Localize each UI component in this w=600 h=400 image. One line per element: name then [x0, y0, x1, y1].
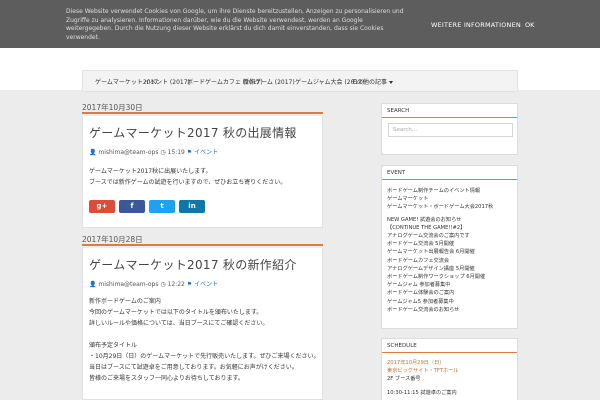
- user-icon: 👤: [89, 149, 97, 156]
- post-meta: 👤 mishima@team-ops ◷ 15:19 ⚑ イベント: [89, 147, 218, 156]
- post-title[interactable]: ゲームマーケット2017 秋の出展情報: [89, 124, 297, 141]
- post-time[interactable]: 15:19: [168, 149, 185, 156]
- post-label[interactable]: イベント: [194, 281, 218, 288]
- schedule-widget: SCHEDULE 2017年10月29日（日） 東京ビッグサイト・TFTホール …: [381, 338, 518, 400]
- post-body-line: 頒布予定タイトル: [89, 342, 138, 349]
- event-line: ボードゲーム交流会のお知らせ: [387, 306, 460, 313]
- cookie-consent-bar: Diese Website verwendet Cookies von Goog…: [0, 0, 600, 48]
- cookie-notice-text: Diese Website verwendet Cookies von Goog…: [66, 8, 404, 41]
- post-title[interactable]: ゲームマーケット2017 秋の新作紹介: [89, 256, 297, 273]
- post-card: ゲームマーケット2017 秋の出展情報 👤 mishima@team-ops ◷…: [82, 116, 323, 228]
- event-line: ゲームマーケット・ボードゲーム大会2017秋: [387, 204, 494, 211]
- post-meta: 👤 mishima@team-ops ◷ 12:22 ⚑ イベント: [89, 279, 218, 288]
- main-nav: ゲームマーケット2017 イベント (2017) ボードゲームカフェ (2017…: [82, 70, 518, 92]
- more-info-link[interactable]: WEITERE INFORMATIONEN: [431, 21, 521, 29]
- tag-icon: ⚑: [186, 281, 193, 288]
- schedule-widget-title: SCHEDULE: [382, 339, 517, 353]
- event-list: ボードゲーム制作チームのイベント情報 ゲームマーケット ゲームマーケット・ボード…: [382, 180, 517, 314]
- event-line: ボードゲームカフェ交流会: [387, 257, 450, 264]
- event-line: アナログゲーム交流会のご案内です: [387, 233, 470, 240]
- share-gplus-button[interactable]: g+: [89, 200, 115, 213]
- post-card: ゲームマーケット2017 秋の新作紹介 👤 mishima@team-ops ◷…: [82, 248, 323, 400]
- post-author[interactable]: mishima@team-ops: [98, 281, 158, 288]
- event-line: ボードゲーム体験会のご案内: [387, 290, 455, 297]
- post-body-line: [89, 329, 320, 340]
- event-line: NEW GAME! 試遊会のお知らせ: [387, 216, 462, 223]
- event-widget-title: EVENT: [382, 166, 517, 180]
- event-widget: EVENT ボードゲーム制作チームのイベント情報 ゲームマーケット ゲームマーケ…: [381, 165, 518, 329]
- share-linkedin-button[interactable]: in: [179, 200, 205, 213]
- schedule-line: 東京ビッグサイト・TFTホール: [387, 368, 459, 375]
- post-body-line: 新作ボードゲームのご案内: [89, 298, 161, 305]
- share-facebook-button[interactable]: f: [119, 200, 145, 213]
- event-line: ボードゲーム制作チームのイベント情報: [387, 188, 481, 194]
- post-body-line: 当日はブースにて試遊卓をご用意しております。お気軽にお声がけください。: [89, 364, 298, 371]
- schedule-line: 2F ブース番号: [387, 376, 421, 383]
- clock-icon: ◷: [160, 149, 166, 156]
- user-icon: 👤: [89, 281, 97, 288]
- schedule-list: 2017年10月29日（日） 東京ビッグサイト・TFTホール 2F ブース番号 …: [382, 353, 517, 397]
- post-time[interactable]: 12:22: [168, 281, 185, 288]
- nav-more-label: その他の記事: [351, 79, 388, 86]
- post-date-header: 2017年10月28日: [82, 236, 323, 246]
- post-body-line: 詳しいルールや価格については、当日ブースにてご確認ください。: [89, 320, 269, 327]
- event-line: アナログゲームデザイン講座 5月開催: [387, 265, 475, 272]
- search-widget-title: SEARCH: [382, 104, 517, 118]
- nav-item-event[interactable]: イベント (2017): [144, 77, 190, 86]
- event-line: ボードゲーム制作ワークショップ 6月開催: [387, 274, 486, 281]
- clock-icon: ◷: [160, 281, 166, 288]
- post-body-line: ブースでは新作ゲームの試遊を行いますので、ぜひお立ち寄りください。: [89, 179, 287, 186]
- schedule-line: 2017年10月29日（日）: [387, 360, 445, 366]
- post-author[interactable]: mishima@team-ops: [98, 149, 158, 156]
- post-body-line: 今回のゲームマーケットでは以下のタイトルを頒布いたします。: [89, 309, 263, 316]
- chevron-down-icon: [389, 81, 394, 84]
- post-body-line: ・10月29日（日）のゲームマーケットで先行販売いたします。ぜひご来場ください。: [89, 353, 320, 360]
- event-line: ボードゲーム交流会 5月開催: [387, 241, 455, 248]
- post-body: ゲームマーケット2017秋に出展いたします。 ブースでは新作ゲームの試遊を行いま…: [89, 166, 286, 188]
- post-body: 新作ボードゲームのご案内 今回のゲームマーケットでは以下のタイトルを頒布いたしま…: [89, 296, 320, 384]
- event-line: ゲームジャム5 参加者募集中: [387, 298, 454, 305]
- post-body-line: 皆様のご来場をスタッフ一同心よりお待ちしております。: [89, 375, 244, 382]
- schedule-line: 10:30-11:15 試遊卓のご案内: [387, 389, 457, 396]
- nav-item-more[interactable]: その他の記事: [351, 77, 394, 86]
- event-line: 【CONTINUE THE GAME!!#2】: [387, 224, 466, 231]
- search-widget: SEARCH Search...: [381, 103, 518, 155]
- search-input[interactable]: Search...: [388, 123, 513, 137]
- tag-icon: ⚑: [186, 149, 193, 156]
- event-line: ゲームジャム 参加者募集中: [387, 282, 451, 289]
- cookie-ok-button[interactable]: OK: [525, 21, 534, 29]
- post-label[interactable]: イベント: [194, 149, 218, 156]
- event-line: ゲームマーケット出展報告会 6月開催: [387, 249, 475, 256]
- nav-item-newgame[interactable]: 新作ゲーム (2017): [243, 77, 295, 86]
- share-twitter-button[interactable]: t: [149, 200, 175, 213]
- post-body-line: ゲームマーケット2017秋に出展いたします。: [89, 168, 212, 175]
- event-line: ゲームマーケット: [387, 196, 429, 203]
- post-date-header: 2017年10月30日: [82, 104, 323, 114]
